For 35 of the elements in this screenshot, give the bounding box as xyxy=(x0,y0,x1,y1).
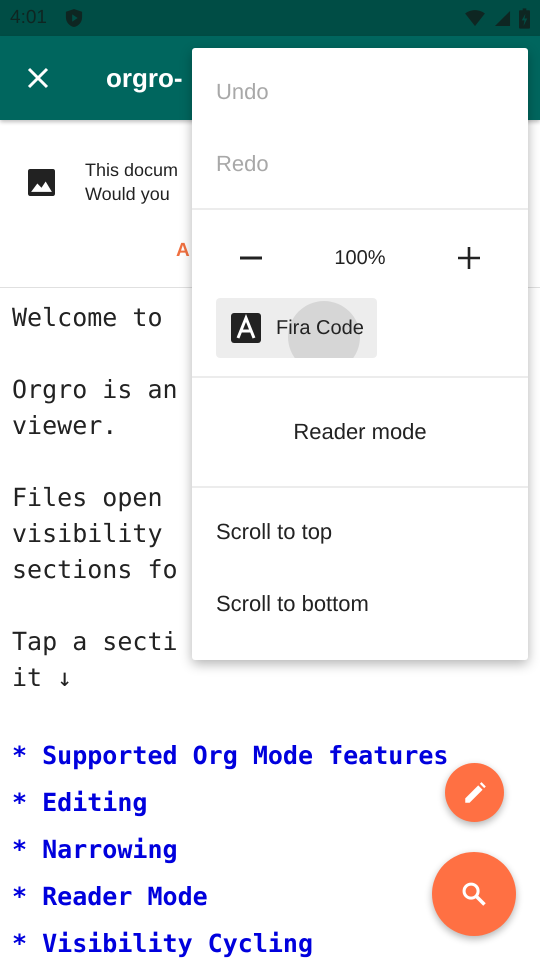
section-heading[interactable]: * Supported Org Mode features xyxy=(12,732,448,779)
menu-item[interactable]: Scroll to top xyxy=(192,496,528,568)
document-title: orgro- xyxy=(106,62,183,94)
section-heading[interactable]: * Reader Mode xyxy=(12,873,208,920)
shield-icon xyxy=(64,8,83,28)
menu-item[interactable]: Scroll to bottom xyxy=(192,568,528,640)
document-text: Files open xyxy=(12,482,163,514)
document-text: Tap a secti xyxy=(12,626,178,658)
zoom-level: 100% xyxy=(334,246,386,270)
section-heading[interactable]: * Narrowing xyxy=(12,826,178,873)
document-text: visibility xyxy=(12,518,163,550)
document-text: Orgro is an xyxy=(12,374,178,406)
banner-text: This docum xyxy=(85,159,178,182)
wifi-icon xyxy=(464,9,486,27)
menu-item[interactable]: Reader mode xyxy=(192,386,528,478)
plus-icon xyxy=(458,247,480,269)
document-text: viewer. xyxy=(12,410,118,442)
document-text: it ↓ xyxy=(12,662,72,694)
minus-icon xyxy=(240,256,262,260)
document-text: sections fo xyxy=(12,554,178,586)
banner-text: Would you xyxy=(85,183,171,206)
signal-icon xyxy=(494,10,511,26)
search-icon xyxy=(460,880,488,908)
search-button[interactable] xyxy=(432,852,516,936)
edit-button[interactable] xyxy=(445,763,504,822)
zoom-out-button[interactable] xyxy=(240,256,262,260)
close-icon xyxy=(26,66,50,90)
section-heading[interactable]: * Editing xyxy=(12,779,148,826)
font-chip[interactable]: Fira Code xyxy=(216,298,377,358)
font-icon xyxy=(231,313,261,343)
zoom-in-button[interactable] xyxy=(458,247,480,269)
section-heading[interactable]: * Visibility Cycling xyxy=(12,920,314,960)
document-text: Welcome to xyxy=(12,302,163,334)
image-icon xyxy=(28,168,55,196)
battery-icon xyxy=(519,8,530,28)
